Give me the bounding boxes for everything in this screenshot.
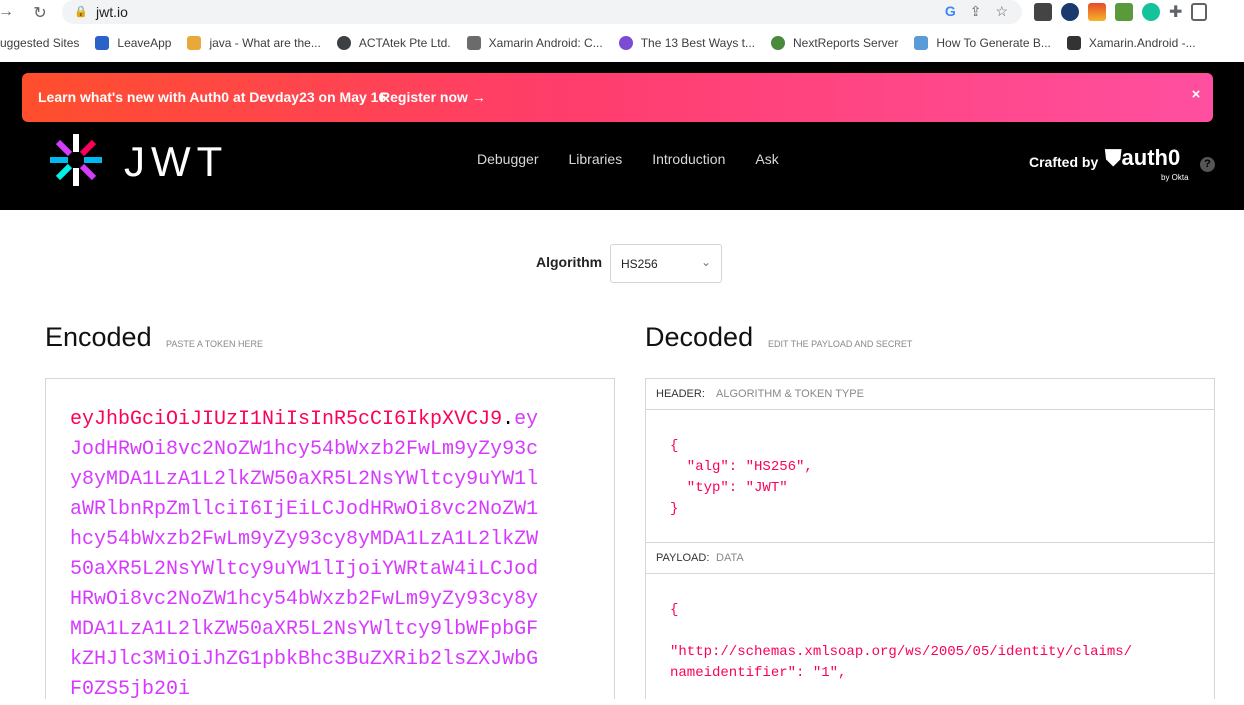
bookmark-item[interactable]: NextReports Server: [770, 36, 899, 50]
leaveapp-icon: [95, 36, 110, 50]
header-desc: ALGORITHM & TOKEN TYPE: [716, 388, 864, 400]
chevron-down-icon: ⌄: [700, 255, 711, 269]
bookmark-item[interactable]: java - What are the...: [187, 36, 321, 50]
google-icon[interactable]: G: [945, 3, 956, 20]
encoded-title: Encoded: [45, 322, 152, 352]
by-okta-label: by Okta: [1161, 173, 1189, 182]
sidepanel-icon[interactable]: [1191, 3, 1208, 21]
bookmark-label: The 13 Best Ways t...: [640, 36, 755, 50]
bookmark-label: Xamarin.Android -...: [1088, 36, 1196, 50]
close-icon[interactable]: ×: [1185, 86, 1207, 108]
nav-ask[interactable]: Ask: [755, 151, 778, 167]
promo-banner: Learn what's new with Auth0 at Devday23 …: [22, 73, 1213, 122]
browser-toolbar: → ↻ 🔒 jwt.io G ⇪ ☆ ✚ uggested Sites Leav…: [0, 0, 1244, 62]
bookmark-item[interactable]: ACTAtek Pte Ltd.: [336, 36, 451, 50]
auth0-shield-icon: ⛊: [1105, 145, 1122, 170]
nextreports-icon: [770, 36, 785, 50]
payload-label: PAYLOAD:: [656, 552, 710, 564]
person-icon: [1066, 36, 1081, 50]
share-icon[interactable]: ⇪: [970, 3, 982, 20]
address-bar[interactable]: 🔒 jwt.io G ⇪ ☆: [62, 0, 1022, 24]
bookmark-star-icon[interactable]: ☆: [995, 3, 1008, 20]
bookmark-item[interactable]: uggested Sites: [0, 36, 79, 50]
decoded-panel: HEADER: ALGORITHM & TOKEN TYPE { "alg": …: [645, 378, 1215, 699]
bookmark-label: How To Generate B...: [936, 36, 1051, 50]
reload-icon[interactable]: ↻: [30, 3, 50, 23]
bookmark-item[interactable]: LeaveApp: [95, 36, 171, 50]
xamarin-icon: [466, 36, 481, 50]
crafted-by-label: Crafted by: [1029, 154, 1099, 170]
page-icon: [914, 36, 929, 50]
check-extension-icon[interactable]: [1061, 3, 1079, 21]
algorithm-label: Algorithm: [536, 254, 603, 270]
bookmark-item[interactable]: The 13 Best Ways t...: [618, 36, 755, 50]
header-json-editor[interactable]: { "alg": "HS256", "typ": "JWT" }: [670, 436, 813, 520]
site-header: Learn what's new with Auth0 at Devday23 …: [0, 62, 1244, 210]
token-dot: .: [502, 408, 515, 431]
bookmark-label: LeaveApp: [117, 36, 172, 50]
bookmark-label: ACTAtek Pte Ltd.: [358, 36, 451, 50]
puzzle-icon[interactable]: ✚: [1169, 2, 1182, 22]
header-section-title: HEADER: ALGORITHM & TOKEN TYPE: [646, 379, 1214, 410]
nav-introduction[interactable]: Introduction: [652, 151, 725, 167]
token-payload-part: eyJodHRwOi8vc2NoZW1hcy54bWxzb2FwLm9yZy93…: [70, 408, 539, 701]
algorithm-value: HS256: [621, 257, 658, 271]
header-label: HEADER:: [656, 388, 705, 400]
logo-text[interactable]: JWT: [124, 138, 228, 186]
back-arrow-icon[interactable]: →: [0, 3, 16, 21]
nav-libraries[interactable]: Libraries: [569, 151, 623, 167]
bookmark-item[interactable]: How To Generate B...: [914, 36, 1051, 50]
grammarly-icon[interactable]: [1142, 3, 1160, 21]
encoded-subtitle: PASTE A TOKEN HERE: [166, 339, 264, 349]
monitor-extension-icon[interactable]: [1034, 3, 1052, 21]
payload-section-title: PAYLOAD: DATA: [646, 543, 1214, 574]
lock-icon: 🔒: [74, 6, 88, 18]
main-nav: Debugger Libraries Introduction Ask: [477, 151, 809, 167]
bookmark-label: NextReports Server: [792, 36, 899, 50]
green-extension-icon[interactable]: [1115, 3, 1133, 21]
decoded-subtitle: EDIT THE PAYLOAD AND SECRET: [768, 339, 913, 349]
payload-json-editor[interactable]: { "http://schemas.xmlsoap.org/ws/2005/05…: [670, 600, 1132, 684]
payload-desc: DATA: [716, 552, 744, 564]
token-header-part: eyJhbGciOiJIUzI1NiIsInR5cCI6IkpXVCJ9: [70, 408, 503, 431]
nav-debugger[interactable]: Debugger: [477, 151, 539, 167]
globe-icon: [336, 36, 351, 50]
bookmark-label: java - What are the...: [209, 36, 321, 50]
url-text: jwt.io: [96, 4, 128, 20]
decoded-title: Decoded: [645, 322, 754, 352]
color-extension-icon[interactable]: [1088, 3, 1106, 21]
bookmark-item[interactable]: Xamarin Android: C...: [466, 36, 603, 50]
jwt-logo-icon[interactable]: [46, 130, 106, 190]
bookmark-label: Xamarin Android: C...: [488, 36, 603, 50]
register-link[interactable]: Register now →: [380, 89, 486, 105]
auth0-wordmark: auth0: [1121, 145, 1181, 170]
algorithm-select[interactable]: HS256 ⌄: [610, 244, 722, 283]
banner-message: Learn what's new with Auth0 at Devday23 …: [38, 89, 387, 105]
stackoverflow-icon: [187, 36, 202, 50]
firefox-icon: [618, 36, 633, 50]
encoded-token-input[interactable]: eyJhbGciOiJIUzI1NiIsInR5cCI6IkpXVCJ9.eyJ…: [45, 378, 615, 701]
help-icon[interactable]: ?: [1200, 157, 1215, 172]
bookmarks-bar: uggested Sites LeaveApp java - What are …: [0, 32, 1244, 54]
auth0-logo[interactable]: ⛊auth0: [1105, 145, 1180, 171]
bookmark-item[interactable]: Xamarin.Android -...: [1066, 36, 1196, 50]
token-text[interactable]: eyJhbGciOiJIUzI1NiIsInR5cCI6IkpXVCJ9.eyJ…: [70, 405, 540, 705]
bookmark-label: uggested Sites: [0, 36, 80, 50]
extensions-area: ✚: [1028, 0, 1244, 24]
